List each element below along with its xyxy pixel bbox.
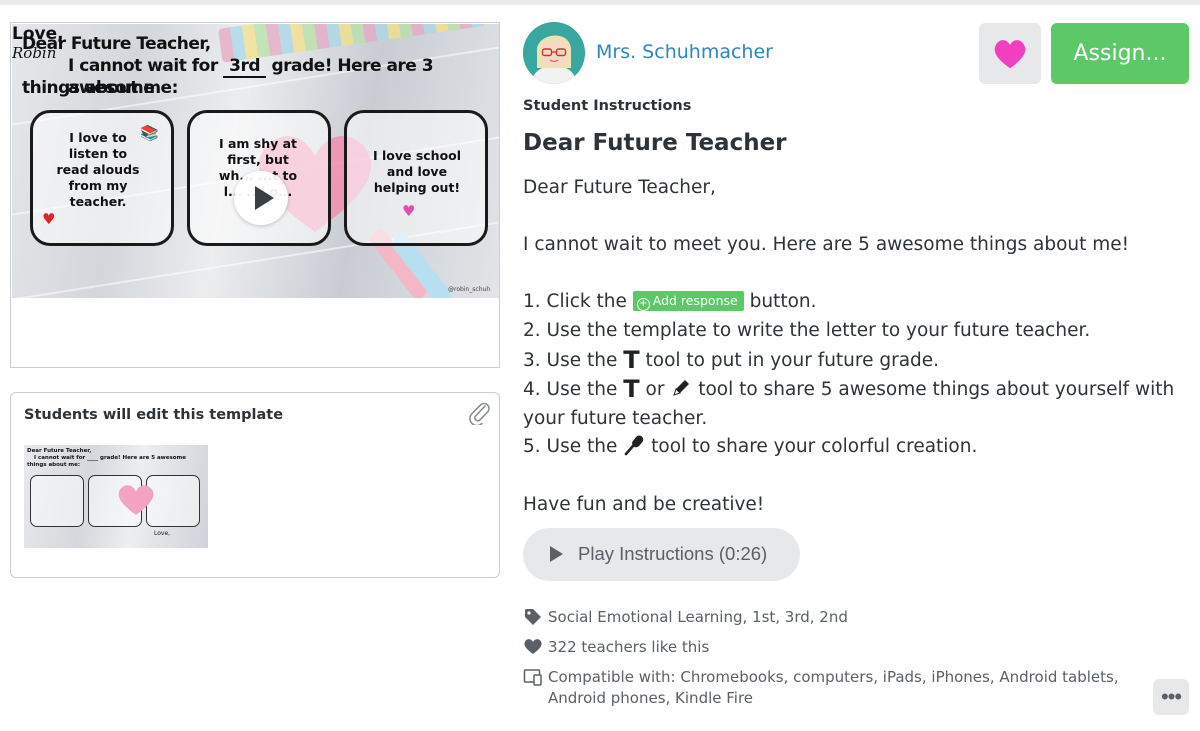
mini-line-3: things about me: xyxy=(27,462,81,468)
instructions-step-3: 3. Use the T tool to put in your future … xyxy=(523,345,940,374)
compatible-row: Compatible with: Chromebooks, computers,… xyxy=(523,667,1183,711)
instructions-step-5: 5. Use the tool to share your colorful c… xyxy=(523,433,1185,462)
pencil-icon xyxy=(673,380,690,396)
play-icon xyxy=(255,186,274,210)
instructions-step-2: 2. Use the template to write the letter … xyxy=(523,319,1091,341)
author-name-link[interactable]: Mrs. Schuhmacher xyxy=(596,41,773,63)
thumb-line-3: things about me: xyxy=(22,78,178,98)
mini-box-1 xyxy=(30,475,84,527)
text-tool-icon: T xyxy=(623,375,640,404)
thumb-line-1: Dear Future Teacher, xyxy=(22,34,211,54)
plus-circle-icon: + xyxy=(636,298,650,312)
instructions-greeting: Dear Future Teacher, xyxy=(523,177,716,198)
section-label: Student Instructions xyxy=(523,98,692,114)
sparkle-heart-icon: ♥ xyxy=(402,202,416,220)
instructions-closing: Have fun and be creative! xyxy=(523,493,765,515)
devices-icon xyxy=(523,669,542,686)
mini-heart-drawing xyxy=(118,485,154,515)
instructions-intro: I cannot wait to meet you. Here are 5 aw… xyxy=(523,234,1130,256)
mini-sign: Love, xyxy=(154,530,171,537)
red-heart-icon: ♥ xyxy=(42,210,56,228)
video-card[interactable]: Dear Future Teacher, I cannot wait for 3… xyxy=(10,22,500,368)
template-card-title: Students will edit this template xyxy=(24,407,284,423)
more-options-button[interactable]: ••• xyxy=(1153,679,1189,715)
play-icon xyxy=(550,546,563,562)
microphone-icon xyxy=(624,435,644,456)
like-button[interactable] xyxy=(979,23,1041,84)
tags-row: Social Emotional Learning, 1st, 3rd, 2nd xyxy=(523,607,1183,629)
add-response-button[interactable]: + Add response xyxy=(632,291,744,312)
top-bar xyxy=(0,0,1200,5)
activity-title: Dear Future Teacher xyxy=(523,130,787,156)
thumb-credit: @robin_schuh xyxy=(448,286,491,293)
likes-row: 322 teachers like this xyxy=(523,637,1183,659)
paperclip-icon[interactable] xyxy=(467,399,491,425)
author-avatar[interactable] xyxy=(523,22,585,84)
more-icon: ••• xyxy=(1160,684,1182,709)
instructions-body: Dear Future Teacher, I cannot wait to me… xyxy=(523,174,1185,519)
thumb-box-1-text: I love to listen to read alouds from my … xyxy=(56,130,140,209)
instructions-step-4: 4. Use the T or tool to share 5 awesome … xyxy=(523,375,1175,429)
assign-button[interactable]: Assign... xyxy=(1051,23,1189,84)
mini-line-2: I cannot wait for ____ grade! Here are 5… xyxy=(34,455,187,461)
template-thumbnail[interactable]: Dear Future Teacher, I cannot wait for _… xyxy=(24,445,208,548)
thumb-box-3-text: I love school and love helping out! xyxy=(372,148,462,195)
template-card: Students will edit this template Dear Fu… xyxy=(10,392,500,578)
heart-icon xyxy=(524,639,542,654)
avatar-illustration xyxy=(523,22,585,84)
tags-text[interactable]: Social Emotional Learning, 1st, 3rd, 2nd xyxy=(548,607,1168,628)
likes-text: 322 teachers like this xyxy=(548,638,710,656)
play-instructions-label: Play Instructions (0:26) xyxy=(578,543,768,564)
text-tool-icon: T xyxy=(623,345,640,374)
play-instructions-button[interactable]: Play Instructions (0:26) xyxy=(523,528,800,581)
video-play-button[interactable] xyxy=(234,171,288,225)
instructions-step-1: 1. Click the + Add response button. xyxy=(523,291,817,313)
mini-line-1: Dear Future Teacher, xyxy=(27,448,92,454)
tag-icon xyxy=(525,609,541,625)
books-emoji-icon: 📚 xyxy=(140,124,159,142)
compatible-text: Compatible with: Chromebooks, computers,… xyxy=(548,668,1119,707)
heart-icon xyxy=(994,39,1026,68)
video-thumbnail[interactable]: Dear Future Teacher, I cannot wait for 3… xyxy=(12,24,499,298)
